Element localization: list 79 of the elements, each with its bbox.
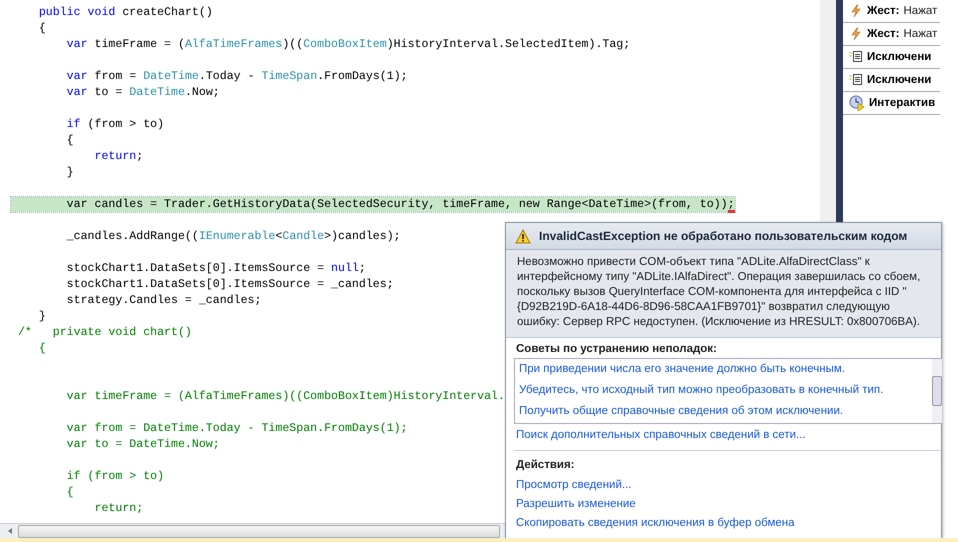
code-text: var candles = Trader.GetHistoryData(SelectedSecurity, timeFrame, new Range<DateTime>(from, to)); xyxy=(66,198,735,211)
vertical-scrollbar[interactable] xyxy=(932,359,942,423)
code-text: public void xyxy=(38,6,116,19)
event-item[interactable]: Исключени xyxy=(843,46,940,69)
code-text: { xyxy=(66,486,74,499)
code-text: >)candles); xyxy=(324,230,401,243)
document-list-icon xyxy=(849,50,863,64)
code-text: ; xyxy=(358,262,366,275)
code-text: createChart() xyxy=(121,6,213,19)
popup-title: InvalidCastException не обработано пользовательским кодом xyxy=(539,229,908,243)
event-item[interactable]: Исключени xyxy=(843,69,940,92)
event-item[interactable]: Жест: Нажат xyxy=(843,0,940,23)
code-text: return; xyxy=(93,502,144,515)
scrollbar-thumb[interactable] xyxy=(18,524,500,538)
code-text: < xyxy=(275,230,282,243)
clock-icon xyxy=(849,95,865,111)
event-item[interactable]: Жест: Нажат xyxy=(843,23,940,46)
search-online-link[interactable]: Поиск дополнительных справочных сведений в сети... xyxy=(516,429,806,441)
code-text: DateTime xyxy=(129,86,185,99)
event-detail: Нажат xyxy=(904,5,938,17)
event-label: Интерактив xyxy=(869,97,936,109)
action-link[interactable]: Разрешить изменение xyxy=(516,496,636,512)
code-text: _candles.AddRange(( xyxy=(66,230,199,243)
code-text: } xyxy=(38,310,46,323)
event-detail: Нажат xyxy=(904,28,938,40)
code-text: var xyxy=(66,38,88,51)
tip-link[interactable]: Получить общие справочные сведения об этом исключении. xyxy=(519,403,932,419)
code-text: { xyxy=(38,342,46,355)
action-link[interactable]: Просмотр сведений... xyxy=(516,477,632,493)
lightning-icon xyxy=(849,27,863,41)
code-text: stockChart1.DataSets[0].ItemsSource = _candles; xyxy=(66,278,394,291)
action-link[interactable]: Скопировать сведения исключения в буфер обмена xyxy=(516,515,795,531)
code-text: var from = DateTime.Today - TimeSpan.FromDays(1); xyxy=(66,422,408,435)
code-text: from = xyxy=(93,70,138,83)
scrollbar-thumb[interactable] xyxy=(932,376,942,406)
tip-link[interactable]: Убедитесь, что исходный тип можно преобразовать в конечный тип. xyxy=(519,382,932,398)
event-label: Жест: xyxy=(867,5,900,17)
code-text: var timeFrame = (AlfaTimeFrames)((ComboBoxItem)HistoryInterval. xyxy=(66,390,505,403)
actions-heading: Действия: xyxy=(516,459,575,471)
code-text: (from > to) xyxy=(86,118,164,131)
code-text: /* private void chart() xyxy=(16,326,192,339)
code-text: )HistoryInterval.SelectedItem).Tag; xyxy=(386,38,630,51)
code-text: var xyxy=(66,86,88,99)
code-text: )(( xyxy=(282,38,304,51)
code-text: { xyxy=(66,134,74,147)
code-text: .Now; xyxy=(184,86,220,99)
code-text: .FromDays(1); xyxy=(317,70,408,83)
code-text: return xyxy=(93,150,136,163)
code-text: DateTime xyxy=(143,70,199,83)
scroll-left-icon[interactable] xyxy=(8,528,12,534)
code-text: IEnumerable xyxy=(198,230,276,243)
event-label: Исключени xyxy=(867,51,932,63)
code-text: AlfaTimeFrames xyxy=(184,38,282,51)
code-text: strategy.Candles = _candles; xyxy=(66,294,262,307)
code-text: TimeSpan xyxy=(262,70,318,83)
code-text: ; xyxy=(136,150,144,163)
event-label: Исключени xyxy=(867,74,932,86)
code-text: ComboBoxItem xyxy=(303,38,387,51)
error-squiggle xyxy=(728,210,735,213)
tips-heading: Советы по устранению неполадок: xyxy=(516,343,717,355)
code-text: var xyxy=(66,70,88,83)
event-label: Жест: xyxy=(867,28,900,40)
exception-message: Невозможно привести COM-объект типа "ADLite.AlfaDirectClass" к интерфейсному типу "ADLite.IAlfaDirect". Операция завершилась со сбоем, поскольку вызов QueryInterface COM-компонента для интерфейса с IID "{D92B219D-6A18-44D6-8D96-58CAA1FB9701}" возвратил следующую ошибку: Сервер RPC недоступен. (Исключение из HRESULT: 0x800706BA). xyxy=(517,256,920,328)
lightning-icon xyxy=(849,4,863,18)
event-item[interactable]: Интерактив xyxy=(843,92,940,115)
code-text: var to = DateTime.Now; xyxy=(66,438,220,451)
code-text: to = xyxy=(93,86,124,99)
code-text: null xyxy=(331,262,359,275)
code-text: timeFrame = ( xyxy=(93,38,185,51)
code-text: } xyxy=(66,166,74,179)
document-list-icon xyxy=(849,73,863,87)
code-text: { xyxy=(38,22,46,35)
code-text: if (from > to) xyxy=(66,470,164,483)
code-text: Candle xyxy=(282,230,324,243)
warning-icon xyxy=(515,228,531,244)
tip-link[interactable]: При приведении числа его значение должно быть конечным. xyxy=(519,361,932,377)
code-text: .Today - xyxy=(198,70,256,83)
code-text: if xyxy=(66,118,81,131)
code-text: stockChart1.DataSets[0].ItemsSource = xyxy=(66,262,326,275)
